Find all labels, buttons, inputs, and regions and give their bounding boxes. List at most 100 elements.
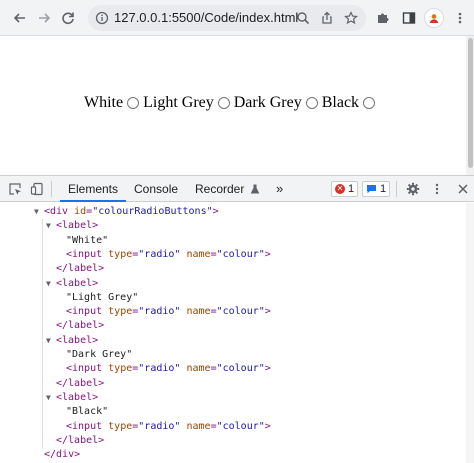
profile-avatar-icon[interactable] — [424, 8, 444, 28]
tree-node-input[interactable]: <input type="radio" name="colour"> — [66, 420, 271, 434]
tag-name: <input — [66, 363, 103, 375]
tab-recorder[interactable]: Recorder — [195, 176, 260, 202]
extensions-puzzle-icon[interactable] — [373, 8, 393, 28]
info-icon[interactable] — [93, 9, 111, 27]
attr-value: "radio" — [138, 248, 181, 260]
tag-close: > — [264, 306, 271, 318]
more-tabs-button[interactable]: » — [276, 176, 283, 202]
close-icon[interactable] — [454, 180, 472, 198]
tree-node-label[interactable]: ▼ <label> — [46, 334, 98, 348]
tag-name: <input — [66, 420, 103, 432]
radio-text: Dark Grey — [233, 94, 302, 111]
attr-name: type — [108, 363, 133, 375]
tree-node-label[interactable]: ▼ <label> — [46, 391, 98, 405]
tree-node-label-close[interactable]: </label> — [56, 434, 104, 448]
tree-node-label[interactable]: ▼ <label> — [46, 277, 98, 291]
browser-toolbar: 127.0.0.1:5500/Code/index.html — [0, 0, 474, 36]
expand-triangle-icon[interactable]: ▼ — [46, 334, 56, 348]
tag-close: > — [264, 363, 271, 375]
message-count: 1 — [380, 183, 387, 195]
more-options-icon[interactable] — [428, 180, 446, 198]
back-arrow-icon[interactable] — [10, 8, 30, 28]
tree-node-label-close[interactable]: </label> — [56, 262, 104, 276]
tag-close: > — [212, 206, 219, 217]
tag-name: <input — [66, 306, 103, 318]
text-node: "Light Grey" — [66, 291, 139, 303]
attr-value: "colour" — [216, 306, 265, 318]
attr-value: "radio" — [138, 420, 181, 432]
device-toolbar-icon[interactable] — [28, 180, 46, 198]
more-vert-icon[interactable] — [450, 8, 470, 28]
radio-button-black[interactable] — [363, 97, 376, 109]
attr-name: id — [74, 206, 87, 217]
divider — [51, 181, 52, 197]
radio-button-light-grey[interactable] — [217, 97, 230, 109]
radio-label-black[interactable]: Black — [322, 94, 376, 112]
address-bar[interactable]: 127.0.0.1:5500/Code/index.html — [88, 5, 366, 31]
expand-triangle-icon[interactable]: ▼ — [46, 219, 56, 233]
attr-name: type — [108, 420, 133, 432]
tag-name: <div — [44, 206, 69, 217]
tree-node-text[interactable]: "Black" — [66, 405, 108, 419]
tree-node-div-close[interactable]: </div> — [44, 448, 80, 462]
url-text[interactable]: 127.0.0.1:5500/Code/index.html — [114, 10, 298, 25]
tag-name: </label> — [56, 320, 105, 332]
tab-console[interactable]: Console — [134, 176, 178, 202]
attr-value: "colour" — [216, 363, 265, 375]
radio-button-dark-grey[interactable] — [305, 97, 318, 109]
attr-name: type — [108, 248, 133, 260]
page-scrollbar[interactable] — [466, 36, 474, 175]
inspect-element-icon[interactable] — [6, 180, 24, 198]
radio-label-dark-grey[interactable]: Dark Grey — [234, 94, 318, 112]
tab-elements[interactable]: Elements — [60, 176, 126, 202]
attr-value: "colour" — [216, 248, 265, 260]
attr-name: name — [186, 363, 211, 375]
radio-label-white[interactable]: White — [84, 94, 140, 112]
error-count: 1 — [348, 183, 355, 195]
attr-name: name — [186, 306, 211, 318]
devtools-scrollbar[interactable] — [466, 203, 474, 463]
share-icon[interactable] — [318, 9, 336, 27]
forward-arrow-icon[interactable] — [34, 8, 54, 28]
tree-node-label-close[interactable]: </label> — [56, 319, 104, 333]
devtools-panel: Elements Console Recorder » ✕ 1 1 ▼ <div… — [0, 175, 474, 463]
error-count-badge[interactable]: ✕ 1 — [331, 181, 359, 197]
text-node: "Black" — [66, 406, 109, 418]
tree-node-input[interactable]: <input type="radio" name="colour"> — [66, 248, 271, 262]
tree-node-input[interactable]: <input type="radio" name="colour"> — [66, 305, 271, 319]
radio-text: Light Grey — [143, 94, 214, 111]
tag-name: </label> — [56, 263, 105, 275]
tree-node-div[interactable]: ▼ <div id="colourRadioButtons"> — [34, 205, 219, 219]
expand-triangle-icon[interactable]: ▼ — [46, 391, 56, 405]
radio-button-white[interactable] — [127, 97, 140, 109]
sidebar-icon[interactable] — [399, 8, 419, 28]
page-viewport: White Light Grey Dark Grey Black — [0, 36, 474, 175]
attr-name: type — [108, 306, 133, 318]
colour-radio-buttons: White Light Grey Dark Grey Black — [84, 94, 379, 112]
tag-name: <label> — [56, 220, 99, 232]
tag-name: <label> — [56, 334, 99, 346]
tree-node-label[interactable]: ▼ <label> — [46, 219, 98, 233]
bookmark-star-icon[interactable] — [342, 9, 360, 27]
reload-icon[interactable] — [58, 8, 78, 28]
tag-name: </label> — [56, 434, 105, 446]
radio-label-light-grey[interactable]: Light Grey — [143, 94, 230, 112]
tree-node-label-close[interactable]: </label> — [56, 377, 104, 391]
flask-icon — [250, 177, 260, 203]
expand-triangle-icon[interactable]: ▼ — [46, 277, 56, 291]
zoom-icon[interactable] — [294, 9, 312, 27]
settings-gear-icon[interactable] — [404, 180, 422, 198]
tree-node-text[interactable]: "White" — [66, 234, 108, 248]
tree-node-text[interactable]: "Dark Grey" — [66, 348, 132, 362]
tag-name: <label> — [56, 277, 99, 289]
attr-value: "colour" — [216, 420, 265, 432]
page-scrollbar-thumb[interactable] — [468, 38, 473, 168]
tag-name: <input — [66, 248, 103, 260]
tag-name: </div> — [44, 449, 81, 461]
tree-node-input[interactable]: <input type="radio" name="colour"> — [66, 362, 271, 376]
expand-triangle-icon[interactable]: ▼ — [34, 205, 44, 219]
tab-recorder-label: Recorder — [195, 182, 245, 196]
tree-node-text[interactable]: "Light Grey" — [66, 291, 138, 305]
attr-name: name — [186, 420, 211, 432]
message-count-badge[interactable]: 1 — [362, 181, 391, 197]
